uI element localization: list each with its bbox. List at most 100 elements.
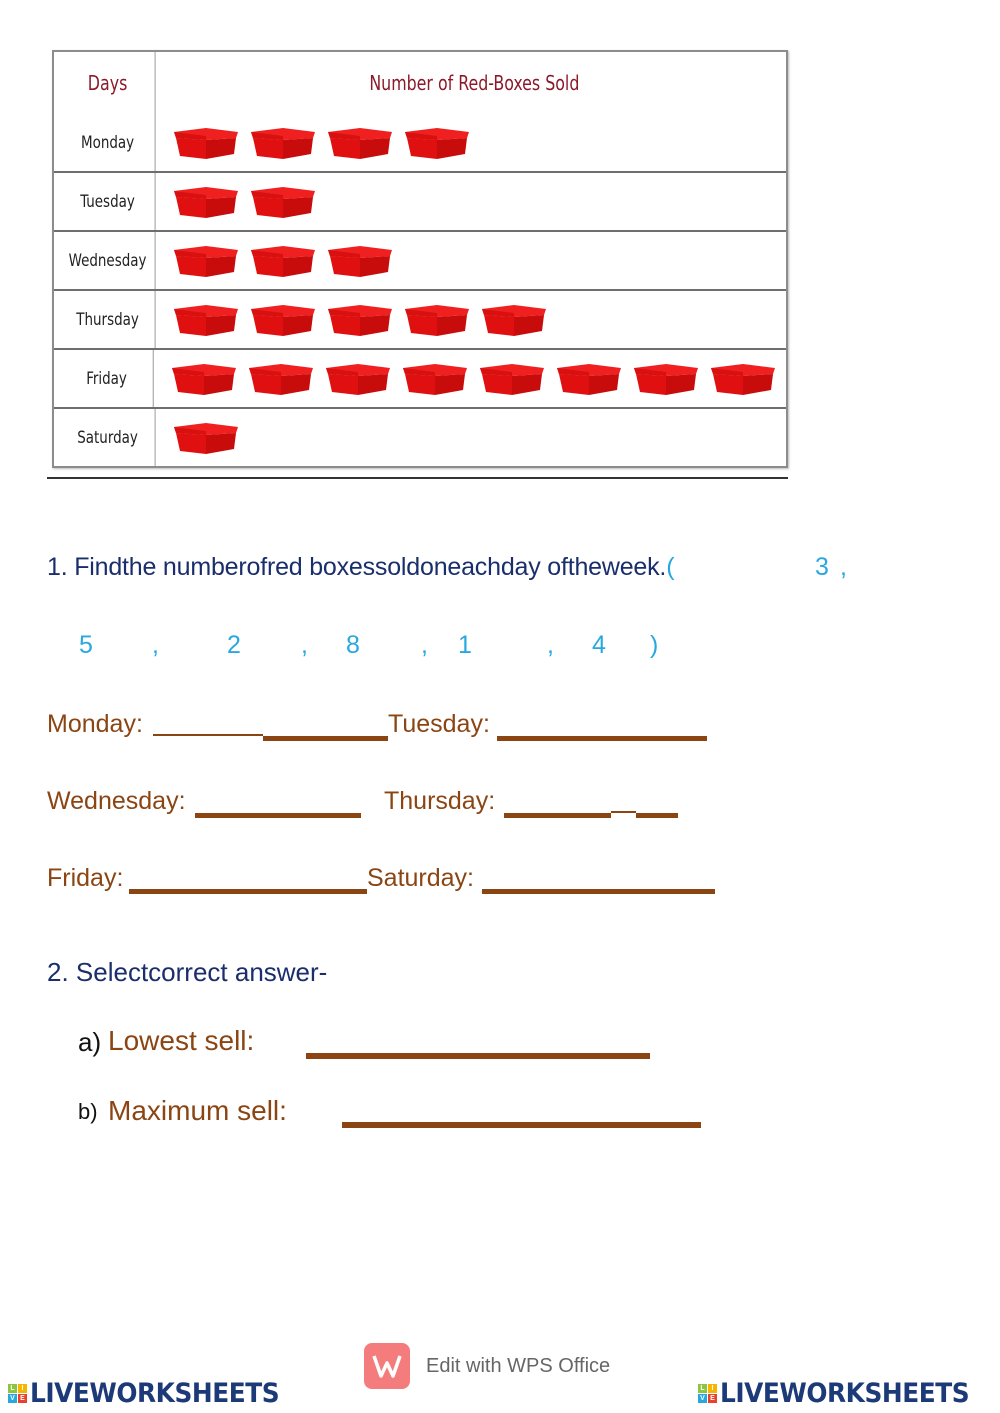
badge-letter: E [708,1394,717,1403]
table-row: Wednesday [54,230,786,289]
red-box-icon [401,362,469,396]
brand-name: LIVEWORKSHEETS [720,1378,970,1409]
day-label: Monday [60,114,156,171]
wps-edit-button[interactable]: Edit with WPS Office [364,1343,610,1389]
monday-blank[interactable] [263,736,388,741]
lowest-sell-blank[interactable] [306,1053,650,1059]
red-box-icon [326,303,394,337]
monday-label: Monday: [47,710,143,738]
open-paren: ( [666,553,675,581]
answer-option[interactable]: 3 [815,553,829,582]
wps-edit-label: Edit with WPS Office [426,1354,611,1377]
table-row: Tuesday [54,171,786,230]
box-count-cell [162,173,786,230]
friday-label: Friday: [47,864,124,892]
liveworksheets-logo-left[interactable]: L I V E LIVEWORKSHEETS [8,1378,301,1409]
header-count: Number of Red-Boxes Sold [368,71,580,95]
red-box-icon [170,362,238,396]
red-box-icon [249,126,317,160]
question-1-text: 1. Findthe numberofred boxessoldoneachda… [47,553,667,581]
option-a-marker: a) [78,1027,102,1057]
friday-blank[interactable] [129,889,367,894]
badge-letter: L [8,1384,17,1393]
answer-option[interactable]: 2 [227,631,241,660]
comma: , [152,631,159,659]
red-box-icon [172,185,240,219]
divider [47,477,788,479]
day-label: Thursday [60,291,156,348]
red-box-icon [632,362,700,396]
saturday-label: Saturday: [367,864,475,892]
day-label: Saturday [60,409,156,466]
option-b-marker: b) [78,1099,98,1124]
thursday-blank[interactable] [636,813,678,818]
red-box-icon [403,126,471,160]
monday-blank[interactable] [153,734,263,736]
answer-option[interactable]: 5 [79,631,93,660]
box-count-cell [162,114,786,171]
day-label: Friday [60,350,154,407]
badge-letter: V [698,1394,707,1403]
comma: , [301,631,308,659]
close-paren: ) [650,631,659,659]
brand-name: LIVEWORKSHEETS [30,1378,280,1409]
red-box-icon [326,244,394,278]
table-row: Monday [54,114,786,171]
red-box-icon [555,362,623,396]
live-badge-icon: L I V E [8,1384,27,1403]
red-box-icon [709,362,777,396]
lowest-sell-label: Lowest sell: [108,1025,255,1056]
answer-option[interactable]: 1 [458,631,472,660]
comma: , [840,553,847,581]
liveworksheets-logo-right[interactable]: L I V E LIVEWORKSHEETS [698,1378,991,1409]
saturday-blank[interactable] [482,889,715,894]
box-count-cell [162,232,786,289]
box-count-cell [162,409,786,466]
badge-letter: V [8,1394,17,1403]
comma: , [421,631,428,659]
live-badge-icon: L I V E [698,1384,717,1403]
badge-letter: L [698,1384,707,1393]
red-box-icon [172,126,240,160]
answer-option[interactable]: 8 [346,631,360,660]
box-count-cell [160,350,786,407]
red-box-icon [172,303,240,337]
red-box-icon [249,185,317,219]
wednesday-blank[interactable] [195,813,361,818]
red-box-icon [324,362,392,396]
red-box-icon [249,303,317,337]
question-2: 2. Selectcorrect answer- [47,957,328,987]
red-box-icon [249,244,317,278]
wednesday-label: Wednesday: [47,787,186,815]
day-label: Tuesday [60,173,156,230]
question-1: 1. Findthe numberofred boxessoldoneachda… [47,553,675,582]
red-box-icon [172,244,240,278]
comma: , [547,631,554,659]
maximum-sell-label: Maximum sell: [108,1095,287,1126]
thursday-label: Thursday: [384,787,496,815]
box-count-cell [162,291,786,348]
day-label: Wednesday [60,232,156,289]
header-days: Days [60,52,156,114]
red-box-icon [326,126,394,160]
maximum-sell-blank[interactable] [342,1122,701,1128]
table-row: Thursday [54,289,786,348]
wps-logo-icon [364,1343,410,1389]
red-box-icon [403,303,471,337]
table-header-row: Days Number of Red-Boxes Sold [54,52,786,114]
table-row: Saturday [54,407,786,466]
red-box-icon [480,303,548,337]
red-box-icon [172,421,240,455]
pictograph-table: Days Number of Red-Boxes Sold Monday Tues… [52,50,788,468]
tuesday-label: Tuesday: [388,710,490,738]
thursday-blank[interactable] [611,811,636,813]
answer-option[interactable]: 4 [592,631,606,660]
badge-letter: I [18,1384,27,1393]
thursday-blank[interactable] [504,813,611,818]
badge-letter: E [18,1394,27,1403]
red-box-icon [478,362,546,396]
tuesday-blank[interactable] [497,736,707,741]
red-box-icon [247,362,315,396]
badge-letter: I [708,1384,717,1393]
table-row: Friday [54,348,786,407]
